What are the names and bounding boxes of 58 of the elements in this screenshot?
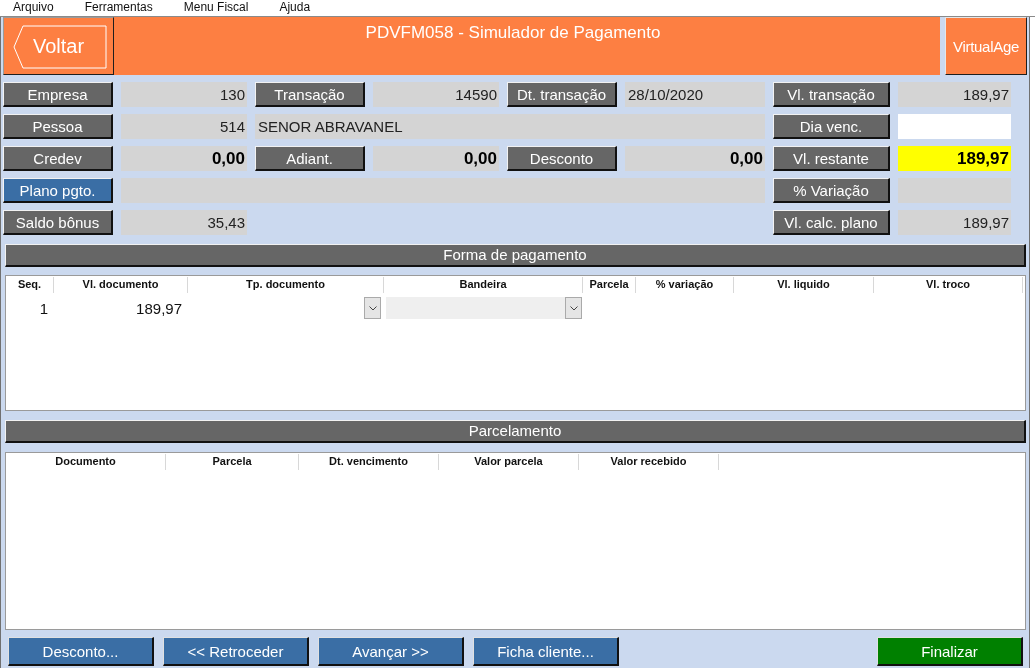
label-button[interactable]: Desconto	[507, 146, 617, 171]
label-button[interactable]: Pessoa	[3, 114, 113, 139]
value-field: 0,00	[373, 146, 499, 171]
value-field: 0,00	[625, 146, 765, 171]
value-field: 189,97	[898, 146, 1011, 171]
column-header: Vl. liquido	[734, 277, 874, 293]
column-header: Seq.	[6, 277, 54, 293]
column-header: Documento	[6, 454, 166, 470]
logo: VirtualAge	[945, 17, 1027, 75]
label-button[interactable]: Saldo bônus	[3, 210, 113, 235]
value-field: 0,00	[121, 146, 247, 171]
value-field: 130	[121, 82, 247, 107]
chevron-down-icon	[368, 305, 377, 311]
label-button[interactable]: Transação	[255, 82, 365, 107]
value-field: 514	[121, 114, 247, 139]
value-field: 35,43	[121, 210, 247, 235]
chevron-down-icon	[569, 305, 578, 311]
value-field: 189,97	[898, 210, 1011, 235]
column-header: Bandeira	[384, 277, 583, 293]
lookup-button[interactable]: Plano pgto.	[3, 178, 113, 203]
column-header: Valor parcela	[439, 454, 579, 470]
action-button[interactable]: << Retroceder	[163, 637, 309, 666]
section-header: Forma de pagamento	[5, 244, 1026, 267]
menu-item[interactable]: Ajuda	[279, 0, 311, 16]
input-field[interactable]	[898, 114, 1011, 139]
label-button[interactable]: % Variação	[773, 178, 890, 203]
menu-item[interactable]: Arquivo	[13, 0, 54, 16]
table-cell-text: 1	[39, 299, 49, 317]
column-header: Vl. documento	[54, 277, 188, 293]
column-header: Vl. troco	[874, 277, 1023, 293]
value-field: 14590	[373, 82, 499, 107]
column-header: Dt. vencimento	[299, 454, 439, 470]
table-cell-text: 189,97	[136, 299, 183, 317]
menu-item[interactable]: Ferramentas	[84, 0, 153, 16]
action-button[interactable]: Desconto...	[8, 637, 154, 666]
column-header: Parcela	[166, 454, 299, 470]
column-header: Valor recebido	[579, 454, 719, 470]
label-button[interactable]: Dt. transação	[507, 82, 617, 107]
column-header: % variação	[636, 277, 734, 293]
label-button[interactable]: Vl. calc. plano	[773, 210, 890, 235]
section-header: Parcelamento	[5, 420, 1026, 443]
label-button[interactable]: Dia venc.	[773, 114, 890, 139]
column-header: Tp. documento	[188, 277, 384, 293]
window-title: PDVFM058 - Simulador de Pagamento	[365, 23, 661, 43]
label-button[interactable]: Vl. restante	[773, 146, 890, 171]
value-field: 28/10/2020	[625, 82, 765, 107]
value-field: SENOR ABRAVANEL	[255, 114, 765, 139]
label-button[interactable]: Adiant.	[255, 146, 365, 171]
label-button[interactable]: Empresa	[3, 82, 113, 107]
menu-item[interactable]: Menu Fiscal	[183, 0, 249, 16]
column-header: Parcela	[583, 277, 636, 293]
action-button[interactable]: Ficha cliente...	[473, 637, 619, 666]
label-button[interactable]: Vl. transação	[773, 82, 890, 107]
dropdown-button[interactable]	[364, 297, 381, 319]
finish-button[interactable]: Finalizar	[877, 637, 1023, 666]
action-button[interactable]: Avançar >>	[318, 637, 464, 666]
value-field: 189,97	[898, 82, 1011, 107]
label-button[interactable]: Credev	[3, 146, 113, 171]
